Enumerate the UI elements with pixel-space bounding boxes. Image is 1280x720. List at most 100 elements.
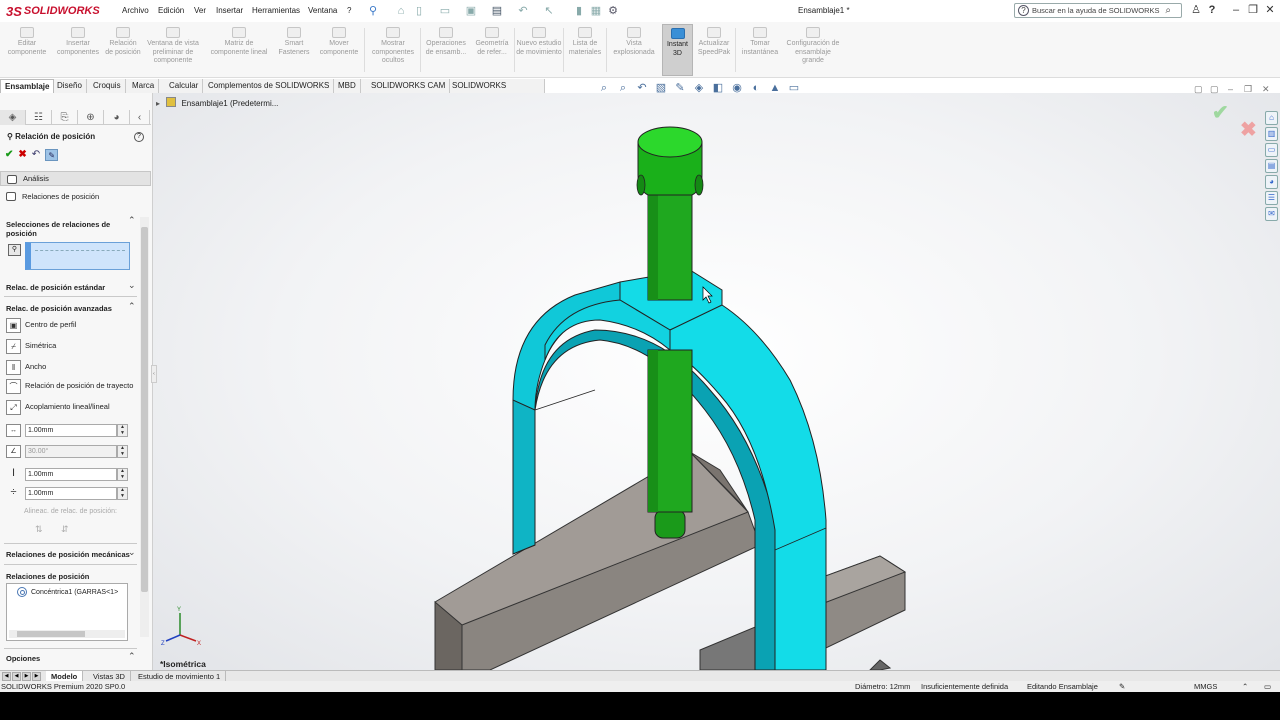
- new-motion-study-button[interactable]: Nuevo estudio de movimiento: [516, 24, 562, 76]
- mates-tab[interactable]: Relaciones de posición: [0, 189, 151, 204]
- collapse-icon[interactable]: ⌃: [128, 215, 136, 226]
- next-tab-icon[interactable]: ▶: [22, 672, 31, 681]
- horizontal-scrollbar[interactable]: [9, 630, 125, 638]
- profile-center-mate-option[interactable]: ▣ Centro de perfil: [6, 317, 136, 333]
- apply-scene-icon[interactable]: ▲: [768, 81, 782, 95]
- mechanical-mates-header[interactable]: Relaciones de posición mecánicas: [6, 550, 130, 559]
- reference-geometry-button[interactable]: Geometría de refer...: [472, 24, 512, 76]
- pm-scrollbar-thumb[interactable]: [141, 227, 148, 592]
- expand-icon[interactable]: ⌄: [128, 547, 136, 558]
- distance-spinner[interactable]: ▲ ▼: [117, 424, 128, 437]
- confirm-corner-cancel-icon[interactable]: ✖: [1240, 117, 1257, 142]
- zoom-area-icon[interactable]: ⌕: [616, 81, 630, 95]
- pm-scrollbar[interactable]: [140, 217, 149, 637]
- feature-manager-tab-icon[interactable]: ◈: [0, 110, 26, 125]
- keep-visible-pin-button[interactable]: ✎: [45, 149, 59, 161]
- section-view-icon[interactable]: ▧: [654, 81, 668, 95]
- forum-icon[interactable]: ✉: [1265, 207, 1278, 221]
- exploded-view-button[interactable]: Vista explosionada: [608, 24, 660, 76]
- tabs-arrow-icon[interactable]: ‹: [130, 110, 150, 125]
- ok-button[interactable]: ✔: [5, 149, 13, 161]
- assembly-model[interactable]: [153, 93, 1280, 670]
- analysis-tab[interactable]: Análisis: [0, 171, 151, 186]
- expand-icon[interactable]: ⌄: [128, 280, 136, 291]
- configuration-manager-tab-icon[interactable]: ⎘: [52, 110, 78, 125]
- mate-selections-box[interactable]: [25, 242, 130, 270]
- view-palette-icon[interactable]: ▤: [1265, 159, 1278, 173]
- viewport-minimize-icon[interactable]: –: [1228, 84, 1233, 94]
- menu-edicion[interactable]: Edición: [158, 0, 184, 22]
- aligned-icon[interactable]: ⇅: [35, 524, 48, 536]
- symmetric-mate-option[interactable]: ⌿ Simétrica: [6, 338, 136, 354]
- large-assembly-button[interactable]: Configuración de ensamblaje grande: [785, 24, 841, 76]
- pin-icon[interactable]: ⚲: [366, 4, 380, 18]
- dimxpert-tab-icon[interactable]: ⊕: [78, 110, 104, 125]
- tab-mbd[interactable]: MBD: [334, 79, 361, 93]
- edit-appearance-icon[interactable]: ◐: [749, 81, 763, 95]
- menu-ventana[interactable]: Ventana: [308, 0, 337, 22]
- print-icon[interactable]: ▤: [490, 4, 504, 18]
- edit-component-button[interactable]: Editar componente: [2, 24, 52, 76]
- angle-spinner[interactable]: ▲ ▼: [117, 445, 128, 458]
- restore-button[interactable]: ❐: [1245, 2, 1261, 18]
- take-snapshot-button[interactable]: Tomar instantánea: [737, 24, 783, 76]
- help-search-input[interactable]: ? Buscar en la ayuda de SOLIDWORKS ⌕: [1014, 3, 1182, 18]
- tab-solidworks-inspection[interactable]: SOLIDWORKS Inspection: [448, 79, 545, 104]
- angle-field[interactable]: 30.00°: [25, 445, 117, 458]
- collapse-icon[interactable]: ⌃: [128, 301, 136, 312]
- search-icon[interactable]: ⌕: [1165, 4, 1171, 17]
- instant-3d-button[interactable]: Instant 3D: [662, 24, 693, 76]
- hide-show-items-icon[interactable]: ◉: [730, 81, 744, 95]
- collapse-icon[interactable]: ⌃: [128, 651, 136, 662]
- mate-selections-header[interactable]: Selecciones de relaciones de posición: [6, 220, 111, 238]
- list-item[interactable]: Concéntrica1 (GARRAS<1>: [17, 587, 125, 598]
- previous-view-icon[interactable]: ↶: [635, 81, 649, 95]
- advanced-mates-header[interactable]: Relac. de posición avanzadas: [6, 304, 112, 313]
- display-style-icon[interactable]: ◧: [711, 81, 725, 95]
- tab-croquis[interactable]: Croquis: [89, 79, 126, 93]
- help-icon[interactable]: ?: [1204, 2, 1220, 18]
- mate-button[interactable]: Relación de posición: [105, 24, 141, 76]
- viewport-restore-icon[interactable]: ❐: [1244, 84, 1252, 95]
- tab-calcular[interactable]: Calcular: [165, 79, 204, 93]
- first-tab-icon[interactable]: ◀: [2, 672, 11, 681]
- distance-field[interactable]: 1.00mm: [25, 424, 117, 437]
- view-orientation-icon[interactable]: ◈: [692, 81, 706, 95]
- last-tab-icon[interactable]: ▶: [32, 672, 41, 681]
- close-window-button[interactable]: ✕: [1262, 2, 1278, 18]
- minimize-button[interactable]: –: [1228, 2, 1244, 18]
- tab-solidworks-cam[interactable]: SOLIDWORKS CAM: [367, 79, 451, 93]
- tab-marca[interactable]: Marca: [128, 79, 160, 93]
- user-icon[interactable]: ♙: [1188, 2, 1204, 18]
- tab-diseno[interactable]: Diseño: [53, 79, 87, 93]
- undo-icon[interactable]: ↶: [516, 4, 530, 18]
- select-icon[interactable]: ↖: [542, 4, 556, 18]
- assembly-features-button[interactable]: Operaciones de ensamb...: [422, 24, 470, 76]
- solidworks-logo[interactable]: 3S SOLIDWORKS: [6, 3, 106, 19]
- menu-ver[interactable]: Ver: [194, 0, 206, 22]
- file-properties-icon[interactable]: ▦: [589, 4, 603, 18]
- insert-components-button[interactable]: Insertar componentes: [53, 24, 103, 76]
- linear-coupler-mate-option[interactable]: ⤢ Acoplamiento lineal/lineal: [6, 399, 136, 415]
- tab-complementos[interactable]: Complementos de SOLIDWORKS: [204, 79, 335, 93]
- path-mate-option[interactable]: ⌒ Relación de posición de trayecto: [6, 378, 136, 394]
- units-selector[interactable]: MMGS: [1194, 681, 1217, 692]
- standard-mates-header[interactable]: Relac. de posición estándar: [6, 283, 105, 292]
- view-settings-icon[interactable]: ▭: [787, 81, 801, 95]
- min-spinner[interactable]: ▲ ▼: [117, 487, 128, 500]
- min-distance-field[interactable]: 1.00mm: [25, 487, 117, 500]
- menu-herramientas[interactable]: Herramientas: [252, 0, 300, 22]
- viewport-tile-icon[interactable]: ▢: [1194, 84, 1203, 95]
- prev-tab-icon[interactable]: ◀: [12, 672, 21, 681]
- tab-ensamblaje[interactable]: Ensamblaje: [0, 79, 55, 93]
- menu-insertar[interactable]: Insertar: [216, 0, 243, 22]
- save-icon[interactable]: ▣: [464, 4, 478, 18]
- pm-help-icon[interactable]: ?: [134, 132, 144, 142]
- rebuild-status-icon[interactable]: ✎: [1119, 681, 1125, 692]
- appearances-icon[interactable]: ◕: [1265, 175, 1278, 189]
- open-icon[interactable]: ▭: [438, 4, 452, 18]
- bill-of-materials-button[interactable]: Lista de materiales: [565, 24, 605, 76]
- new-document-icon[interactable]: ▯: [412, 4, 426, 18]
- zoom-to-fit-icon[interactable]: ⌕: [597, 81, 611, 95]
- viewport-close-icon[interactable]: ✕: [1262, 84, 1270, 95]
